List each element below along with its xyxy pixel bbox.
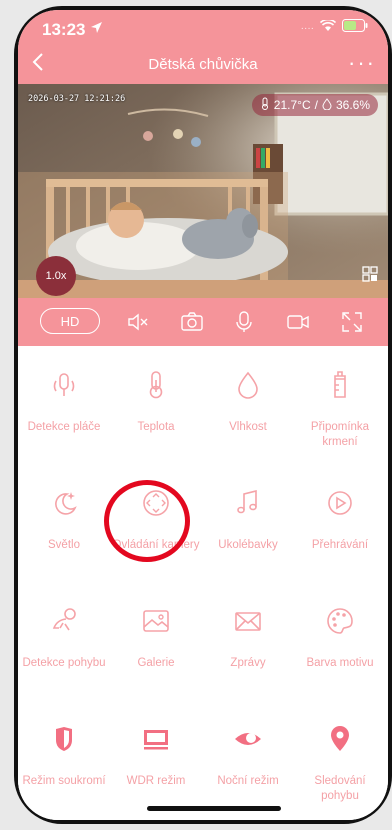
app-screen: 13:23 ···· Dětská chůvička ··· 2026-03-2… [18,10,388,820]
zoom-button[interactable]: 1.0x [36,256,76,296]
fullscreen-icon[interactable] [340,310,364,334]
tile-label: Barva motivu [306,657,374,669]
tile-lullabies[interactable]: Ukolébavky [202,464,294,578]
tile-night-mode[interactable]: Noční režim [202,700,294,814]
page-title: Dětská chůvička [148,56,258,73]
tile-humidity[interactable]: Vlhkost [202,346,294,460]
cry-detection-icon [49,370,79,400]
tile-feeding-reminder[interactable]: Připomínka krmení [294,346,386,460]
tile-label: Ukolébavky [218,539,278,551]
temperature-value: 21.7°C [273,98,311,112]
tile-playback[interactable]: Přehrávání [294,464,386,578]
tile-label: Sledování pohybu [314,775,366,802]
tile-wdr-mode[interactable]: WDR režim [110,700,202,814]
more-options-button[interactable]: ··· [348,50,376,76]
humidity-icon [322,97,332,113]
quality-hd-button[interactable]: HD [40,308,100,334]
baby-bottle-icon [325,370,355,400]
wifi-icon [319,18,337,37]
palette-icon [325,606,355,636]
tile-label: Zprávy [230,657,266,669]
droplet-icon [233,370,263,400]
mute-icon[interactable] [126,310,150,334]
tile-label: Přehrávání [311,539,369,551]
tile-label: Režim soukromí [22,775,106,787]
tile-theme-color[interactable]: Barva motivu [294,582,386,696]
tile-label: Detekce pohybu [22,657,106,669]
battery-icon [342,19,368,37]
tile-label: Vlhkost [229,421,267,433]
tile-label: Galerie [137,657,175,669]
eye-icon [233,724,263,754]
video-timestamp: 2026-03-27 12:21:26 [28,94,126,104]
tile-motion-detection[interactable]: Detekce pohybu [18,582,110,696]
header: 13:23 ···· Dětská chůvička ··· [18,10,388,84]
tile-label: Detekce pláče [27,421,101,433]
tile-privacy-mode[interactable]: Režim soukromí [18,700,110,814]
location-arrow-icon [90,21,103,39]
home-indicator [147,806,281,811]
signal-dots-icon: ···· [300,22,314,34]
tile-temperature[interactable]: Teplota [110,346,202,460]
tile-label: WDR režim [126,775,186,787]
camera-snapshot-icon[interactable] [180,310,204,334]
tile-label: Světlo [48,539,80,551]
image-icon [141,606,171,636]
tile-motion-tracking[interactable]: Sledování pohybu [294,700,386,814]
tile-label: Připomínka krmení [310,421,370,448]
nav-bar: Dětská chůvička ··· [18,50,388,80]
camera-control-bar: HD [18,298,388,346]
tile-light[interactable]: Světlo [18,464,110,578]
tile-cry-detection[interactable]: Detekce pláče [18,346,110,460]
tile-gallery[interactable]: Galerie [110,582,202,696]
thermometer-icon [260,97,270,113]
thermometer-icon [141,370,171,400]
tile-label: Noční režim [217,775,279,787]
music-note-icon [233,488,263,518]
wdr-icon [141,724,171,754]
picture-in-picture-icon[interactable] [362,266,378,282]
feature-grid: Detekce pláče Teplota Vlhkost Připomínka… [18,346,388,820]
envelope-icon [233,606,263,636]
microphone-icon[interactable] [232,310,256,334]
temperature-humidity-badge: 21.7°C / 36.6% [251,94,378,116]
status-bar: 13:23 ···· [18,10,388,40]
status-time: 13:23 [42,20,86,39]
tile-messages[interactable]: Zprávy [202,582,294,696]
crawling-baby-icon [49,606,79,636]
play-circle-icon [325,488,355,518]
tile-label: Teplota [137,421,175,433]
shield-icon [49,724,79,754]
moon-star-icon [49,488,79,518]
video-record-icon[interactable] [286,310,310,334]
humidity-value: 36.6% [335,98,370,112]
location-pin-icon [325,724,355,754]
highlight-circle [104,480,190,562]
